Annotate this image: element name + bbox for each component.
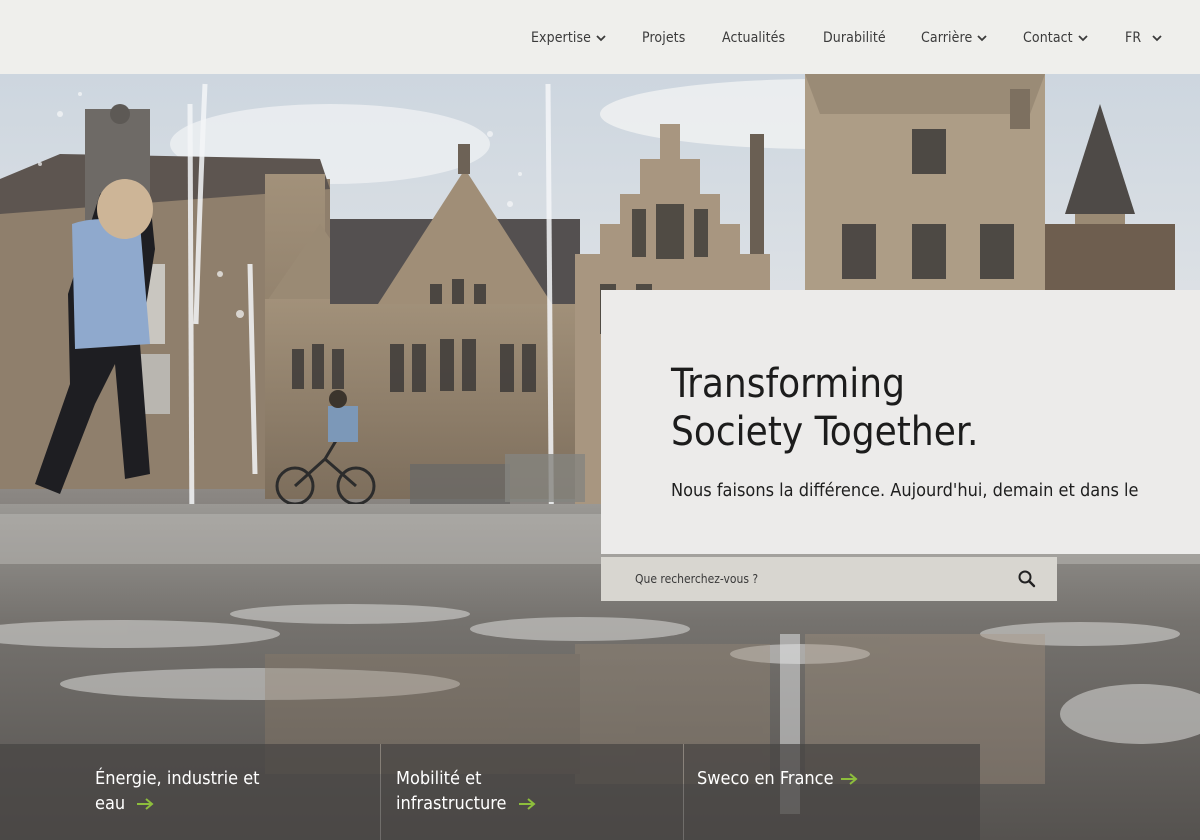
category-tiles: Énergie, industrie et eau Mobilité et in… [0,744,980,840]
chevron-down-icon [1152,35,1162,42]
chevron-down-icon [977,35,987,42]
chevron-down-icon [596,35,606,42]
search-button[interactable] [997,557,1057,601]
nav-item-label: Carrière [921,30,973,46]
top-navbar: Expertise Projets Actualités Durabilité … [0,0,1200,74]
tile-mobilite-infrastructure[interactable]: Mobilité et infrastructure [381,744,683,840]
arrow-right-icon [137,798,154,810]
nav-item-durabilite[interactable]: Durabilité [823,28,886,48]
hero-title-line1: Transforming [671,361,905,407]
tile-label-line2: eau [95,793,126,814]
nav-item-contact[interactable]: Contact [1023,28,1089,48]
chevron-down-icon [1078,35,1088,42]
tile-label: Énergie, industrie et eau [95,766,315,816]
nav-item-label: Durabilité [823,30,886,46]
hero-subtitle: Nous faisons la différence. Aujourd'hui,… [671,480,1139,501]
arrow-right-icon [840,773,858,785]
tile-label-line1: Sweco en France [697,768,834,789]
hero-card: Transforming Society Together. Nous fais… [601,290,1200,554]
nav-item-label: Actualités [722,30,786,46]
tile-label-line2: infrastructure [396,793,507,814]
nav-item-actualites[interactable]: Actualités [722,28,785,48]
tile-label: Sweco en France [697,766,957,791]
language-selector[interactable]: FR [1125,28,1163,48]
nav-item-label: Projets [642,30,686,46]
nav-item-expertise[interactable]: Expertise [531,28,607,48]
hero-title-line2: Society Together. [671,409,979,455]
nav-item-projets[interactable]: Projets [642,28,685,48]
search-input[interactable] [601,557,997,601]
main-menu: Expertise Projets Actualités Durabilité … [0,0,1200,74]
tile-label-line1: Mobilité et [396,768,482,789]
language-label: FR [1125,30,1142,46]
nav-item-label: Contact [1023,30,1073,46]
tile-label-line1: Énergie, industrie et [95,768,260,789]
arrow-right-icon [518,798,536,810]
hero-title: Transforming Society Together. [671,360,1191,456]
tile-energie-industrie-eau[interactable]: Énergie, industrie et eau [0,744,380,840]
tile-sweco-en-france[interactable]: Sweco en France [684,744,980,840]
nav-item-carriere[interactable]: Carrière [921,28,988,48]
tile-label: Mobilité et infrastructure [396,766,616,816]
search-icon [1018,570,1036,588]
search-bar [601,557,1057,601]
nav-item-label: Expertise [531,30,591,46]
